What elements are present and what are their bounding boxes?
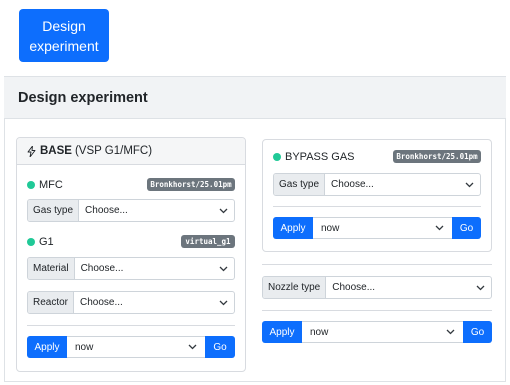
mfc-gas-type-group: Gas type Choose... (27, 199, 235, 222)
global-time-select[interactable]: now (302, 321, 463, 343)
nozzle-type-group: Nozzle type Choose... (262, 276, 492, 299)
panel-title: Design experiment (18, 89, 148, 106)
chevron-down-icon (187, 342, 197, 352)
bypass-device: BYPASS GAS (273, 150, 355, 164)
design-experiment-button[interactable]: Design experiment (19, 9, 109, 62)
bypass-gas-type-value: Choose... (331, 179, 374, 190)
bypass-apply-button[interactable]: Apply (273, 217, 313, 239)
mfc-gas-type-select[interactable]: Choose... (79, 200, 234, 221)
mfc-badge: Bronkhorst/25.01pm (147, 178, 235, 191)
lightning-icon (27, 145, 36, 157)
base-card-header: BASE (VSP G1/MFC) (17, 138, 245, 165)
base-subtitle: (VSP G1/MFC) (74, 145, 153, 157)
bypass-time-value: now (321, 222, 340, 234)
design-experiment-button-label: Design experiment (29, 17, 99, 54)
nozzle-type-value: Choose... (332, 282, 376, 293)
g1-badge: virtual_g1 (181, 235, 235, 248)
chevron-down-icon (445, 327, 455, 337)
bypass-name: BYPASS GAS (285, 151, 355, 163)
material-label: Material (28, 258, 75, 279)
bypass-gas-type-select[interactable]: Choose... (325, 174, 480, 195)
bypass-badge: Bronkhorst/25.01pm (393, 150, 481, 163)
global-time-value: now (310, 326, 329, 338)
base-apply-row: Apply now Go (27, 336, 235, 358)
global-go-button[interactable]: Go (463, 321, 492, 343)
mfc-device: MFC (27, 178, 63, 192)
bypass-divider (273, 206, 481, 207)
chevron-down-icon (434, 223, 444, 233)
g1-status-dot (27, 238, 35, 246)
g1-device: G1 (27, 235, 54, 249)
bypass-apply-row: Apply now Go (273, 217, 481, 239)
mfc-badge-text: Bronkhorst/25.01pm (150, 180, 232, 189)
chevron-down-icon (218, 206, 228, 216)
material-value: Choose... (80, 263, 124, 274)
bypass-gas-type-label: Gas type (274, 174, 326, 195)
base-time-select[interactable]: now (67, 336, 205, 358)
bypass-gas-type-group: Gas type Choose... (273, 173, 481, 196)
base-go-button[interactable]: Go (205, 336, 235, 358)
mfc-gas-type-value: Choose... (85, 205, 128, 216)
mfc-status-dot (27, 181, 35, 189)
global-apply-row: Apply now Go (262, 321, 492, 343)
base-time-value: now (75, 341, 94, 353)
global-apply-button[interactable]: Apply (262, 321, 302, 343)
base-divider (27, 325, 235, 326)
gas-type-label: Gas type (28, 200, 80, 221)
nozzle-top-divider (262, 264, 492, 265)
material-select[interactable]: Choose... (75, 258, 234, 279)
chevron-down-icon (464, 180, 474, 190)
bypass-time-select[interactable]: now (313, 217, 452, 239)
reactor-group: Reactor Choose... (27, 291, 235, 314)
mfc-name: MFC (39, 179, 63, 191)
reactor-label: Reactor (28, 292, 75, 313)
chevron-down-icon (475, 283, 485, 293)
panel-header: Design experiment (4, 76, 506, 119)
bypass-status-dot (273, 153, 281, 161)
g1-badge-text: virtual_g1 (185, 237, 231, 246)
bypass-go-button[interactable]: Go (452, 217, 481, 239)
bypass-badge-text: Bronkhorst/25.01pm (396, 152, 478, 161)
reactor-select[interactable]: Choose... (74, 292, 234, 313)
g1-name: G1 (39, 236, 54, 248)
nozzle-type-label: Nozzle type (263, 277, 327, 298)
reactor-value: Choose... (80, 297, 123, 308)
base-apply-button[interactable]: Apply (27, 336, 67, 358)
nozzle-bottom-divider (262, 310, 492, 311)
chevron-down-icon (218, 298, 228, 308)
chevron-down-icon (218, 264, 228, 274)
base-label: BASE (40, 145, 72, 157)
material-group: Material Choose... (27, 257, 235, 280)
nozzle-type-select[interactable]: Choose... (326, 277, 491, 298)
